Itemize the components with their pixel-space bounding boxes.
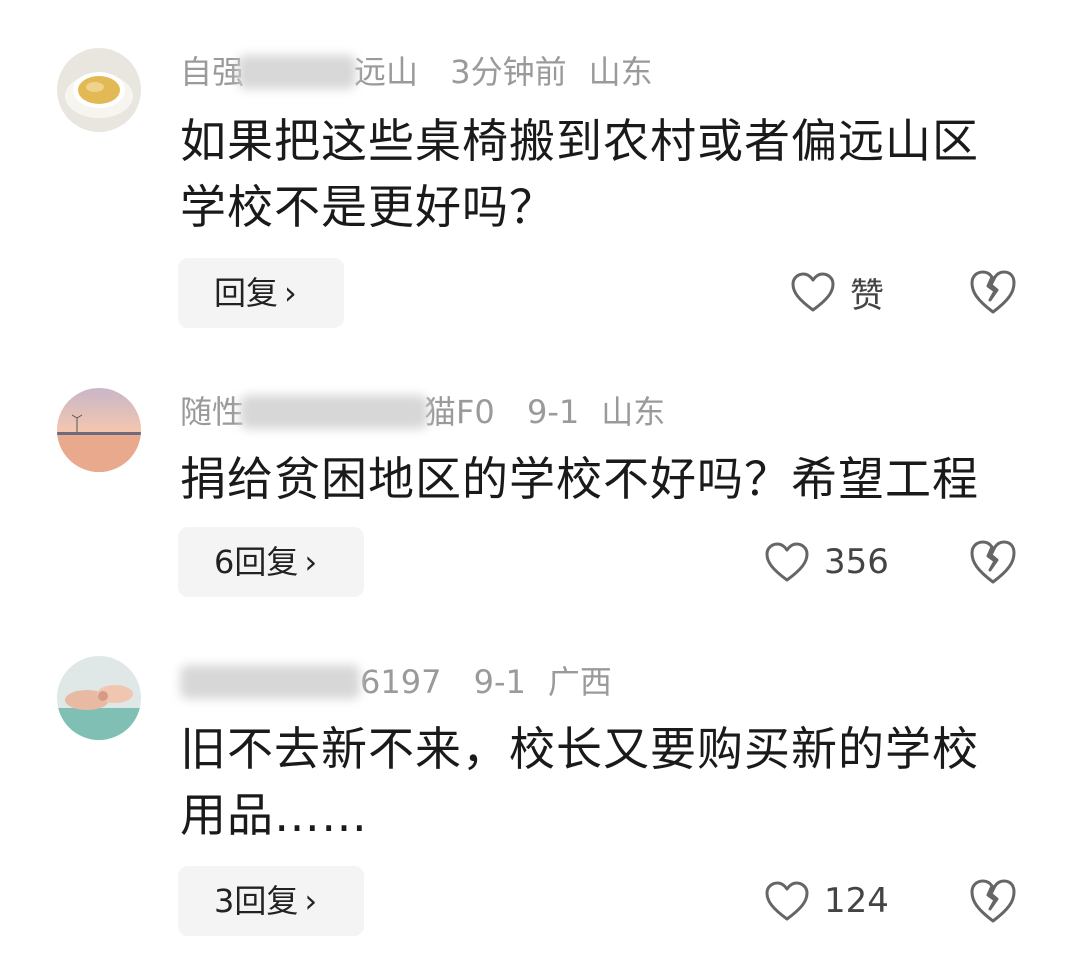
tea-cup-avatar-image	[57, 48, 141, 132]
broken-heart-icon[interactable]	[968, 876, 1018, 926]
avatar[interactable]	[57, 388, 141, 472]
reply-label: 回复	[214, 274, 279, 312]
avatar[interactable]	[57, 656, 141, 740]
comment-time: 9-1	[526, 393, 580, 431]
username[interactable]: 随性 猫F0	[180, 393, 505, 431]
heart-outline-icon	[791, 272, 835, 312]
comment-text: 捐给贫困地区的学校不好吗？希望工程	[180, 452, 979, 506]
broken-heart-icon[interactable]	[968, 267, 1018, 317]
username[interactable]: 6197	[180, 663, 452, 701]
like-button[interactable]: 赞	[790, 262, 884, 322]
username-redaction	[240, 395, 428, 429]
hands-avatar-image	[57, 656, 141, 740]
chevron-right-icon: ›	[304, 543, 318, 581]
reply-button[interactable]: 6回复 ›	[178, 527, 364, 597]
chevron-right-icon: ›	[304, 882, 318, 920]
like-count: 356	[824, 542, 889, 582]
heart-outline-icon	[765, 542, 809, 582]
avatar[interactable]	[57, 48, 141, 132]
broken-heart-icon[interactable]	[968, 537, 1018, 587]
username-redaction	[180, 665, 360, 699]
comment-location: 广西	[547, 663, 612, 701]
comment-text: 如果把这些桌椅搬到农村或者偏远山区学校不是更好吗？	[180, 114, 979, 234]
comment-time: 3分钟前	[450, 53, 567, 91]
like-button[interactable]: 124	[764, 871, 889, 931]
username-redaction	[238, 55, 356, 89]
sunset-sea-avatar-image	[57, 388, 141, 472]
reply-label: 6回复	[214, 543, 299, 581]
reply-button[interactable]: 回复 ›	[178, 258, 344, 328]
reply-button[interactable]: 3回复 ›	[178, 866, 364, 936]
comment-location: 山东	[601, 393, 666, 431]
chevron-right-icon: ›	[284, 274, 297, 312]
comment-location: 山东	[588, 53, 653, 91]
heart-outline-icon	[765, 881, 809, 921]
reply-label: 3回复	[214, 882, 299, 920]
like-count: 赞	[850, 275, 884, 316]
comment-time: 9-1	[473, 663, 526, 701]
comment-meta: 6197 9-1 广西	[180, 662, 612, 702]
comment-text: 旧不去新不来，校长又要购买新的学校用品……	[180, 722, 979, 842]
like-button[interactable]: 356	[764, 532, 889, 592]
comment-meta: 自强 远山 3分钟前 山东	[180, 52, 653, 92]
username[interactable]: 自强 远山	[180, 53, 428, 91]
comment-meta: 随性 猫F0 9-1 山东	[180, 392, 665, 432]
like-count: 124	[824, 881, 889, 921]
